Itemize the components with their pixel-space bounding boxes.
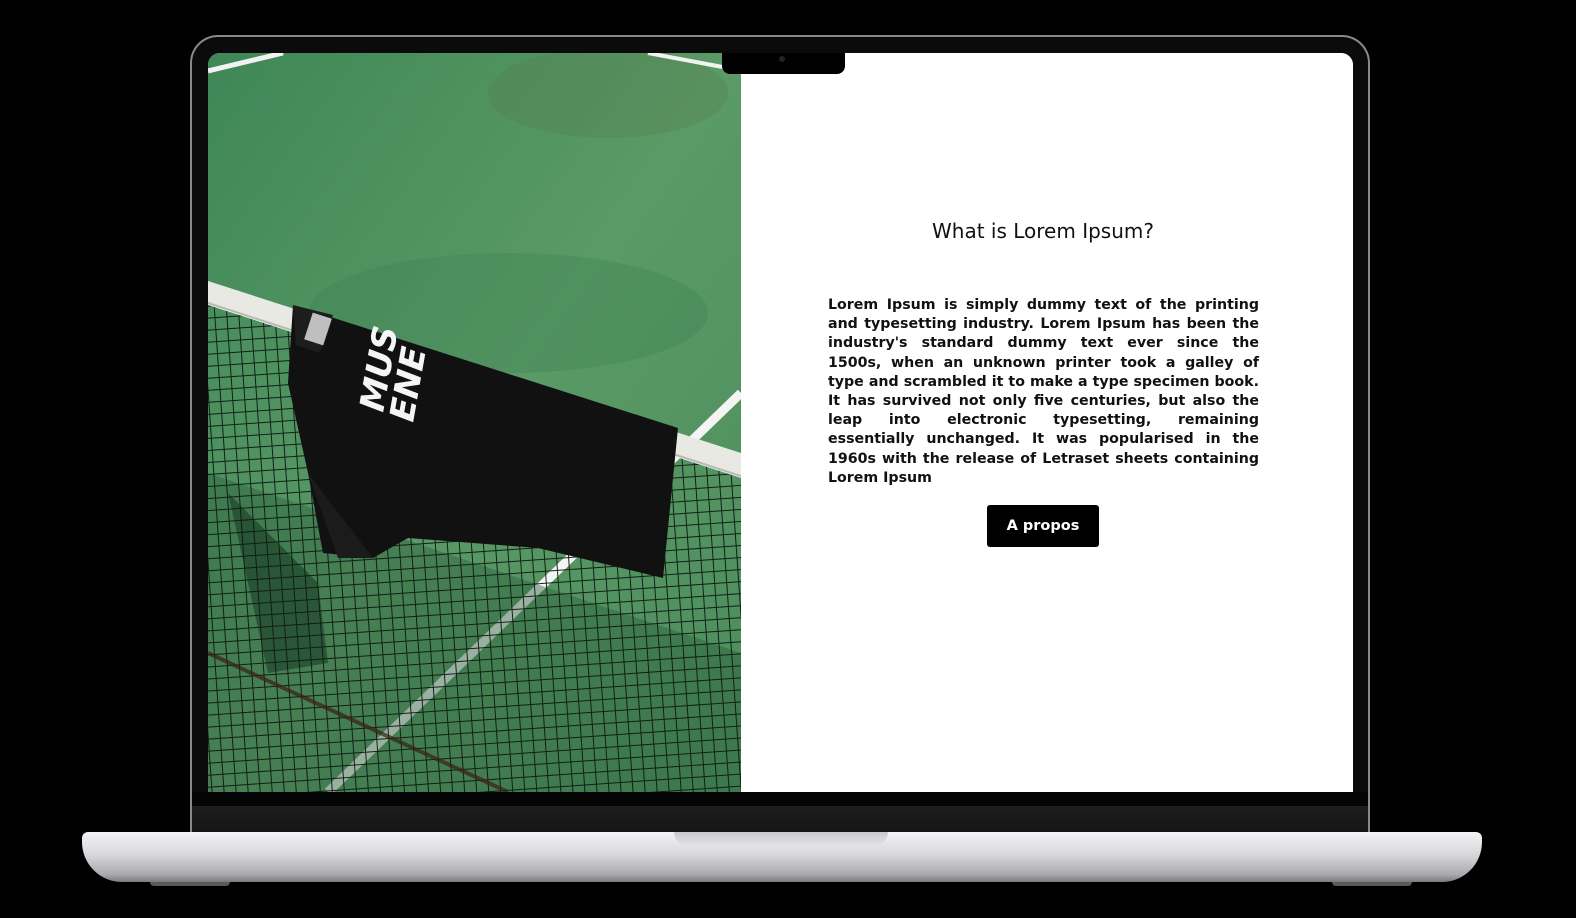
laptop-foot-left (150, 882, 230, 886)
laptop-foot-right (1332, 882, 1412, 886)
tennis-net-shirt-image: MUS ENE (208, 53, 741, 792)
trackpad-notch (674, 832, 888, 846)
camera-icon (779, 56, 785, 62)
camera-notch (722, 53, 845, 74)
content-panel: What is Lorem Ipsum? Lorem Ipsum is simp… (741, 53, 1353, 792)
laptop-screen: MUS ENE What is Lorem Ipsum? Lorem Ipsum… (208, 53, 1353, 792)
description-paragraph: Lorem Ipsum is simply dummy text of the … (828, 297, 1259, 486)
about-button[interactable]: A propos (987, 505, 1099, 547)
hinge-strip (192, 806, 1368, 832)
page-title: What is Lorem Ipsum? (932, 219, 1154, 243)
hero-photo: MUS ENE (208, 53, 741, 792)
laptop-base (82, 832, 1482, 882)
device-mockup: MUS ENE What is Lorem Ipsum? Lorem Ipsum… (0, 0, 1576, 918)
